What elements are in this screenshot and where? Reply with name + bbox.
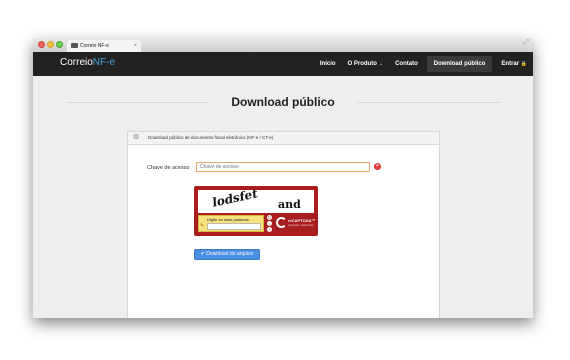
recaptcha-widget: lodsfet and Digite as duas palavras: ✎ ↻…	[194, 186, 318, 236]
panel-heading: Download público de documento fiscal ele…	[148, 135, 274, 140]
captcha-response-field[interactable]	[207, 223, 261, 230]
nav-item-inicio[interactable]: Início	[314, 52, 342, 76]
help-icon[interactable]: ?	[267, 227, 272, 232]
close-window-button[interactable]	[38, 41, 45, 48]
captcha-word-1: lodsfet	[212, 186, 258, 210]
nav-item-label: Entrar	[501, 61, 520, 67]
chevron-down-icon: ⌄	[378, 61, 384, 67]
nav-item-contato[interactable]: Contato	[389, 52, 424, 76]
captcha-input-box: Digite as duas palavras: ✎	[198, 215, 264, 232]
minimize-window-button[interactable]	[47, 41, 54, 48]
browser-window: Correio NF-e × ⤢ CorreioNF-e Início O Pr…	[33, 38, 533, 318]
nav-item-entrar[interactable]: Entrar 🔒	[495, 52, 533, 76]
pencil-icon: ✎	[200, 223, 205, 229]
brand-main: Correio	[60, 57, 93, 68]
captcha-input-label: Digite as duas palavras:	[207, 217, 250, 222]
download-file-button[interactable]: ✔ Download do arquivo	[194, 249, 260, 260]
captcha-image: lodsfet and	[198, 186, 314, 213]
captcha-word-2: and	[278, 198, 301, 211]
fullscreen-icon[interactable]: ⤢	[523, 39, 529, 47]
captcha-controls: ↻ ♪ ?	[267, 215, 274, 232]
download-panel: ⚙ Download público de documento fiscal e…	[127, 131, 440, 318]
recaptcha-logo: reCAPTCHA™ stop spam. read books.	[276, 215, 316, 232]
tab-title: Correio NF-e	[80, 43, 109, 49]
error-icon: ×	[374, 163, 381, 170]
browser-tab[interactable]: Correio NF-e ×	[67, 40, 141, 52]
tab-close-icon[interactable]: ×	[133, 40, 137, 52]
recaptcha-logo-icon	[276, 217, 287, 228]
browser-chrome: Correio NF-e × ⤢	[33, 38, 533, 52]
top-navbar: CorreioNF-e Início O Produto ⌄ Contato Do…	[33, 52, 533, 76]
audio-icon[interactable]: ♪	[267, 221, 272, 226]
nav-links: Início O Produto ⌄ Contato Download públi…	[314, 52, 533, 76]
recaptcha-logo-subtext: stop spam. read books.	[288, 224, 314, 227]
nav-item-label: O Produto	[347, 61, 377, 67]
gear-icon: ⚙	[133, 134, 140, 141]
refresh-icon[interactable]: ↻	[267, 215, 272, 220]
page-title: Download público	[231, 95, 335, 109]
brand-logo[interactable]: CorreioNF-e	[60, 57, 115, 68]
favicon-icon	[71, 43, 78, 48]
lock-icon: 🔒	[520, 61, 527, 67]
panel-header: ⚙ Download público de documento fiscal e…	[128, 132, 439, 145]
access-key-input[interactable]	[196, 162, 370, 172]
access-key-label: Chave de acesso	[147, 165, 190, 171]
nav-item-o-produto[interactable]: O Produto ⌄	[342, 52, 390, 76]
recaptcha-logo-text: reCAPTCHA™	[288, 218, 316, 223]
brand-suffix: NF-e	[92, 57, 116, 68]
page-title-row: Download público	[33, 93, 533, 113]
maximize-window-button[interactable]	[56, 41, 63, 48]
nav-item-download-publico[interactable]: Download público	[426, 56, 493, 72]
